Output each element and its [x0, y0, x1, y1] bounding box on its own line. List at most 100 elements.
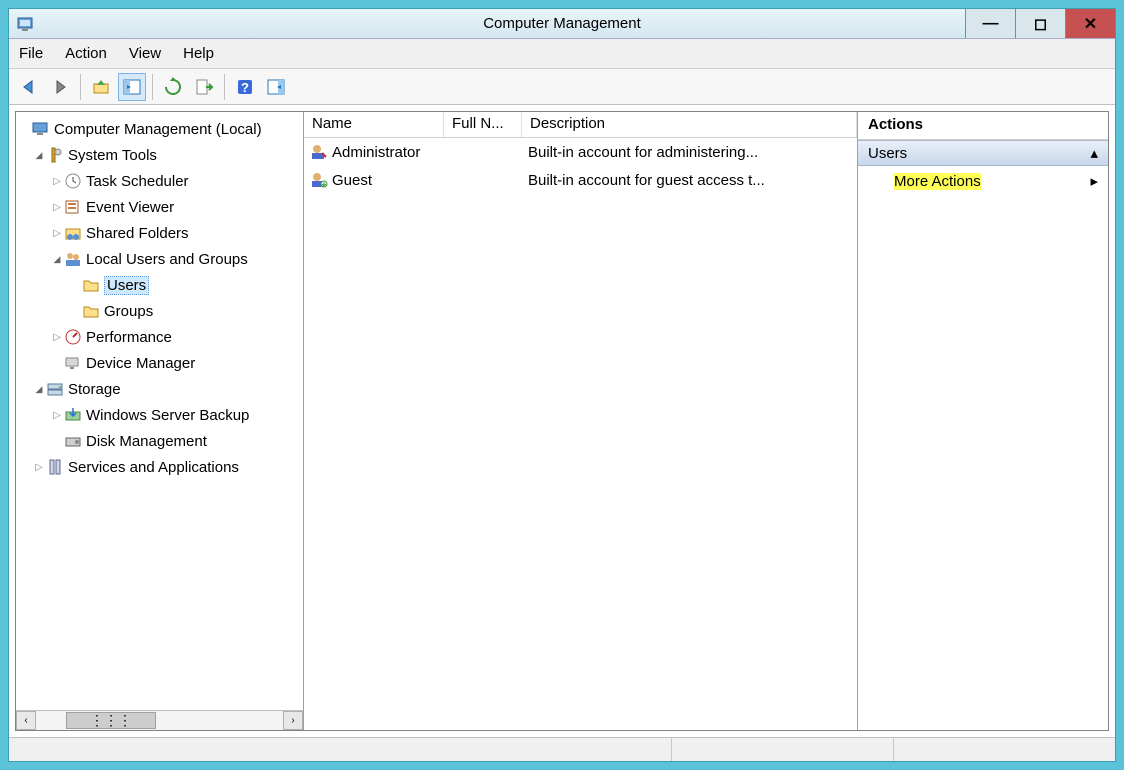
tree-label: Storage — [68, 381, 121, 398]
tree-storage[interactable]: Storage — [16, 376, 303, 402]
user-admin-icon — [310, 143, 328, 161]
export-list-button[interactable] — [190, 73, 218, 101]
device-manager-icon — [64, 354, 84, 372]
tree-users[interactable]: Users — [16, 272, 303, 298]
users-groups-icon — [64, 250, 84, 268]
actions-pane: Actions Users ▴ More Actions ▸ — [858, 112, 1108, 730]
window: Computer Management — ◻ ✕ File Action Vi… — [8, 8, 1116, 762]
statusbar — [9, 737, 1115, 761]
svg-text:?: ? — [241, 80, 249, 95]
tree-label: Shared Folders — [86, 225, 189, 242]
scroll-track[interactable]: ⋮⋮⋮ — [36, 711, 283, 730]
list-row[interactable]: Guest Built-in account for guest access t… — [304, 166, 857, 194]
close-button[interactable]: ✕ — [1065, 9, 1115, 38]
tree-local-users-groups[interactable]: Local Users and Groups — [16, 246, 303, 272]
cell-name-text: Guest — [332, 172, 372, 189]
toolbar-separator — [80, 74, 81, 100]
computer-icon — [32, 120, 52, 138]
maximize-button[interactable]: ◻ — [1015, 9, 1065, 38]
status-segment — [893, 738, 1115, 761]
tree-label: Windows Server Backup — [86, 407, 249, 424]
tree-root[interactable]: Computer Management (Local) — [16, 116, 303, 142]
cell-description: Built-in account for guest access t... — [522, 172, 857, 189]
tree-shared-folders[interactable]: Shared Folders — [16, 220, 303, 246]
menu-file[interactable]: File — [19, 45, 43, 62]
cell-name: Administrator — [304, 143, 444, 161]
column-description[interactable]: Description — [522, 112, 857, 137]
tree-hscrollbar[interactable]: ‹ ⋮⋮⋮ › — [16, 710, 303, 730]
tree-label: Local Users and Groups — [86, 251, 248, 268]
toolbar: ? — [9, 69, 1115, 105]
titlebar: Computer Management — ◻ ✕ — [9, 9, 1115, 39]
scroll-right-button[interactable]: › — [283, 711, 303, 730]
tree-label: System Tools — [68, 147, 157, 164]
tree-device-manager[interactable]: Device Manager — [16, 350, 303, 376]
menubar: File Action View Help — [9, 39, 1115, 69]
tree-label: Services and Applications — [68, 459, 239, 476]
list-header: Name Full N... Description — [304, 112, 857, 138]
event-viewer-icon — [64, 198, 84, 216]
tree-services-and-applications[interactable]: Services and Applications — [16, 454, 303, 480]
list-row[interactable]: Administrator Built-in account for admini… — [304, 138, 857, 166]
list-pane: Name Full N... Description Administrator… — [304, 112, 858, 730]
tree-task-scheduler[interactable]: Task Scheduler — [16, 168, 303, 194]
tree-body[interactable]: Computer Management (Local) System Tools… — [16, 112, 303, 710]
cell-description: Built-in account for administering... — [522, 144, 857, 161]
folder-icon — [82, 302, 102, 320]
refresh-button[interactable] — [159, 73, 187, 101]
tree-performance[interactable]: Performance — [16, 324, 303, 350]
menu-view[interactable]: View — [129, 45, 161, 62]
disk-icon — [64, 432, 84, 450]
content-area: Computer Management (Local) System Tools… — [15, 111, 1109, 731]
tree-label: Event Viewer — [86, 199, 174, 216]
status-segment — [671, 738, 893, 761]
back-button[interactable] — [15, 73, 43, 101]
performance-icon — [64, 328, 84, 346]
show-hide-tree-button[interactable] — [118, 73, 146, 101]
app-icon — [15, 13, 37, 35]
collapse-icon: ▴ — [1090, 144, 1098, 162]
tree-windows-server-backup[interactable]: Windows Server Backup — [16, 402, 303, 428]
up-one-level-button[interactable] — [87, 73, 115, 101]
window-controls: — ◻ ✕ — [965, 9, 1115, 38]
tree-pane: Computer Management (Local) System Tools… — [16, 112, 304, 730]
tree-label: Computer Management (Local) — [54, 121, 262, 138]
storage-icon — [46, 380, 66, 398]
actions-header: Actions — [858, 112, 1108, 140]
menu-help[interactable]: Help — [183, 45, 214, 62]
tree-label: Device Manager — [86, 355, 195, 372]
shared-folder-icon — [64, 224, 84, 242]
services-icon — [46, 458, 66, 476]
folder-icon — [82, 276, 102, 294]
clock-icon — [64, 172, 84, 190]
actions-group-users[interactable]: Users ▴ — [858, 140, 1108, 166]
backup-icon — [64, 406, 84, 424]
forward-button[interactable] — [46, 73, 74, 101]
tree-label: Disk Management — [86, 433, 207, 450]
actions-more[interactable]: More Actions ▸ — [858, 166, 1108, 196]
tree-disk-management[interactable]: Disk Management — [16, 428, 303, 454]
tools-icon — [46, 146, 66, 164]
minimize-button[interactable]: — — [965, 9, 1015, 38]
toolbar-separator — [224, 74, 225, 100]
tree-groups[interactable]: Groups — [16, 298, 303, 324]
tree-label: Task Scheduler — [86, 173, 189, 190]
tree-label: Groups — [104, 303, 153, 320]
tree-event-viewer[interactable]: Event Viewer — [16, 194, 303, 220]
list-body[interactable]: Administrator Built-in account for admini… — [304, 138, 857, 194]
window-title: Computer Management — [9, 15, 1115, 32]
actions-more-label: More Actions — [894, 173, 981, 190]
scroll-thumb[interactable]: ⋮⋮⋮ — [66, 712, 156, 729]
menu-action[interactable]: Action — [65, 45, 107, 62]
column-name[interactable]: Name — [304, 112, 444, 137]
show-actions-pane-button[interactable] — [262, 73, 290, 101]
actions-group-label: Users — [868, 145, 907, 162]
scroll-left-button[interactable]: ‹ — [16, 711, 36, 730]
chevron-right-icon: ▸ — [1090, 172, 1098, 190]
tree-label: Users — [104, 276, 149, 295]
toolbar-separator — [152, 74, 153, 100]
user-guest-icon — [310, 171, 328, 189]
tree-system-tools[interactable]: System Tools — [16, 142, 303, 168]
help-button[interactable]: ? — [231, 73, 259, 101]
column-full-name[interactable]: Full N... — [444, 112, 522, 137]
